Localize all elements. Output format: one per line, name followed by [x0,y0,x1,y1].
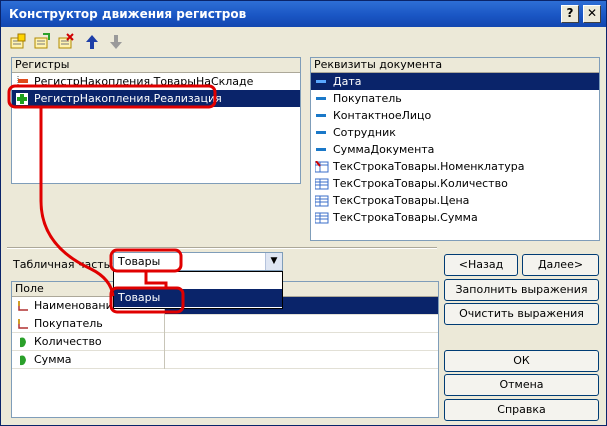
help-glyph: ? [566,6,574,20]
document-attributes-header: Реквизиты документа [311,58,599,73]
fields-header-label: Поле [15,282,44,295]
attribute-row[interactable]: КонтактноеЛицо [311,107,599,124]
field-row[interactable]: Покупатель [12,315,438,333]
attribute-row[interactable]: Сотрудник [311,124,599,141]
back-button[interactable]: <Назад [444,254,518,276]
table-attribute-icon [315,212,329,224]
resource-icon [17,354,29,366]
field-expression-cell[interactable] [166,315,438,333]
attribute-icon [315,144,327,155]
attribute-row[interactable]: СуммаДокумента [311,141,599,158]
attribute-label: Покупатель [333,92,402,105]
minus-register-icon [16,76,28,87]
field-label: Сумма [34,353,72,366]
add-all-registers-icon[interactable] [33,33,51,51]
field-label: Наименование [34,299,120,312]
tabular-section-label: Табличная часть: [13,258,114,271]
delete-register-icon[interactable] [57,33,75,51]
register-row[interactable]: РегистрНакопления.ТоварыНаСкладе [12,73,300,90]
document-attributes-panel: Реквизиты документа Дата Покупатель Конт… [310,57,600,241]
registers-header: Регистры [12,58,300,73]
attribute-row[interactable]: ТекСтрокаТовары.Количество [311,175,599,192]
table-attribute-icon [315,195,329,207]
attribute-row[interactable]: ТекСтрокаТовары.Сумма [311,209,599,226]
table-attribute-icon [315,178,329,190]
dropdown-option-selected[interactable]: Товары [114,289,282,307]
resource-icon [17,336,29,348]
attribute-label: СуммаДокумента [333,143,435,156]
window-title: Конструктор движения регистров [9,7,247,21]
add-register-icon[interactable] [9,33,27,51]
constructor-window: Конструктор движения регистров ? ✕ Регис… [0,0,607,426]
help-title-button[interactable]: ? [561,5,579,23]
clear-expressions-button[interactable]: Очистить выражения [444,303,599,325]
close-title-button[interactable]: ✕ [583,5,601,23]
help-button[interactable]: Справка [444,399,599,421]
plus-register-icon [16,93,28,105]
field-label: Покупатель [34,317,103,330]
attribute-label: ТекСтрокаТовары.Цена [333,194,470,207]
register-label: РегистрНакопления.ТоварыНаСкладе [34,75,254,88]
attribute-row[interactable]: ТекСтрокаТовары.Цена [311,192,599,209]
tabular-section-dropdown: Товары [113,271,283,309]
tabular-section-value: Товары [118,255,161,268]
attribute-row[interactable]: Покупатель [311,90,599,107]
ok-button[interactable]: ОК [444,350,599,372]
next-button[interactable]: Далее> [522,254,599,276]
dimension-icon [17,300,29,312]
field-row[interactable]: Количество [12,333,438,351]
tabular-section-combo[interactable]: Товары ▼ [113,252,283,271]
attribute-icon [315,127,327,138]
title-bar[interactable]: Конструктор движения регистров ? ✕ [1,1,606,27]
move-down-icon[interactable] [107,33,125,51]
attribute-icon [315,93,327,104]
fill-expressions-button[interactable]: Заполнить выражения [444,279,599,301]
attribute-label: КонтактноеЛицо [333,109,432,122]
dropdown-option[interactable] [114,272,282,289]
table-attribute-icon [315,161,329,173]
attribute-label: Дата [333,75,362,88]
attribute-label: ТекСтрокаТовары.Сумма [333,211,478,224]
dimension-icon [17,318,29,330]
cancel-button[interactable]: Отмена [444,374,599,396]
field-label: Количество [34,335,102,348]
attribute-label: Сотрудник [333,126,396,139]
toolbar [7,33,207,53]
register-label: РегистрНакопления.Реализация [34,92,222,105]
separator-line [7,247,437,249]
attribute-row-selected[interactable]: Дата [311,73,599,90]
move-up-icon[interactable] [83,33,101,51]
attribute-icon [315,110,327,121]
attribute-label: ТекСтрокаТовары.Номенклатура [333,160,525,173]
attribute-icon [315,76,327,87]
registers-panel: Регистры РегистрНакопления.ТоварыНаСклад… [11,57,301,184]
field-expression-cell[interactable] [166,333,438,351]
field-row[interactable]: Сумма [12,351,438,369]
attribute-label: ТекСтрокаТовары.Количество [333,177,508,190]
close-glyph: ✕ [586,6,598,20]
chevron-down-icon[interactable]: ▼ [265,253,282,270]
attribute-row[interactable]: ТекСтрокаТовары.Номенклатура [311,158,599,175]
field-expression-cell[interactable] [166,351,438,369]
register-row-selected[interactable]: РегистрНакопления.Реализация [12,90,300,107]
